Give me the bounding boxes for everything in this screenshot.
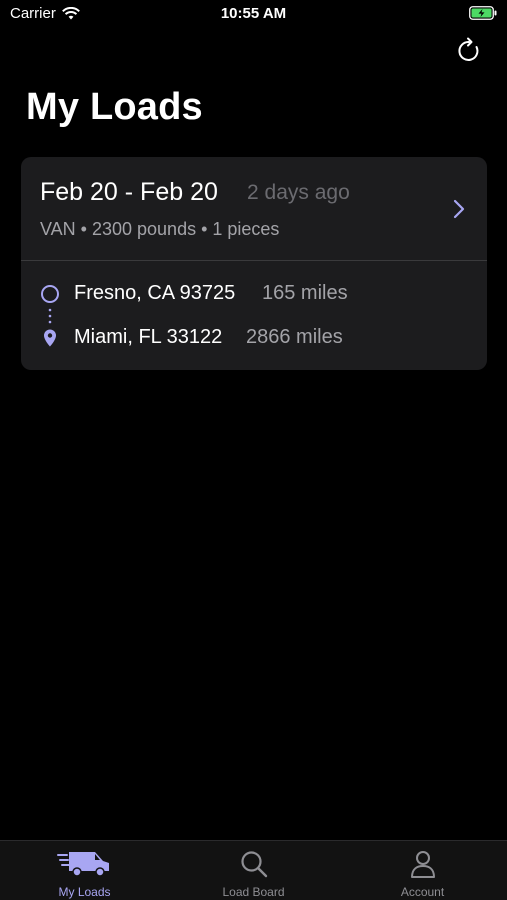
origin-city: Fresno, CA 93725 xyxy=(74,282,236,304)
search-icon xyxy=(240,851,267,878)
refresh-icon xyxy=(458,37,479,61)
destination-miles: 2866 miles xyxy=(246,326,343,348)
tab-load-board-label: Load Board xyxy=(222,885,285,899)
card-divider xyxy=(21,260,487,261)
status-bar: Carrier 10:55 AM xyxy=(0,0,507,28)
clock: 10:55 AM xyxy=(220,5,287,22)
origin-stop: Fresno, CA 93725 165 miles xyxy=(21,280,487,310)
load-details: VAN • 2300 pounds • 1 pieces xyxy=(40,219,280,239)
tab-my-loads[interactable]: My Loads xyxy=(0,841,169,900)
person-icon xyxy=(410,851,435,878)
refresh-button[interactable] xyxy=(452,34,486,68)
load-card[interactable]: Feb 20 - Feb 20 2 days ago VAN • 2300 po… xyxy=(21,157,487,370)
load-age: 2 days ago xyxy=(247,181,350,204)
destination-stop: Miami, FL 33122 2866 miles xyxy=(21,324,487,354)
tab-my-loads-label: My Loads xyxy=(58,885,111,899)
destination-city: Miami, FL 33122 xyxy=(74,326,223,348)
tab-bar: My Loads Load Board Account xyxy=(0,840,507,900)
tab-account-label: Account xyxy=(400,885,445,899)
origin-circle-icon xyxy=(41,285,59,303)
truck-icon xyxy=(56,852,109,877)
location-pin-icon xyxy=(44,329,56,347)
screen: Carrier 10:55 AM My Loads Feb 20 - Feb 2… xyxy=(0,0,507,900)
chevron-right-icon xyxy=(453,199,465,219)
route-dots-icon xyxy=(48,308,52,324)
tab-load-board[interactable]: Load Board xyxy=(169,841,338,900)
battery-icon xyxy=(469,6,497,20)
tab-account[interactable]: Account xyxy=(338,841,507,900)
origin-miles: 165 miles xyxy=(262,282,348,304)
page-title: My Loads xyxy=(26,86,203,128)
load-date-range: Feb 20 - Feb 20 xyxy=(40,178,218,206)
load-card-header: Feb 20 - Feb 20 2 days ago VAN • 2300 po… xyxy=(21,157,487,261)
